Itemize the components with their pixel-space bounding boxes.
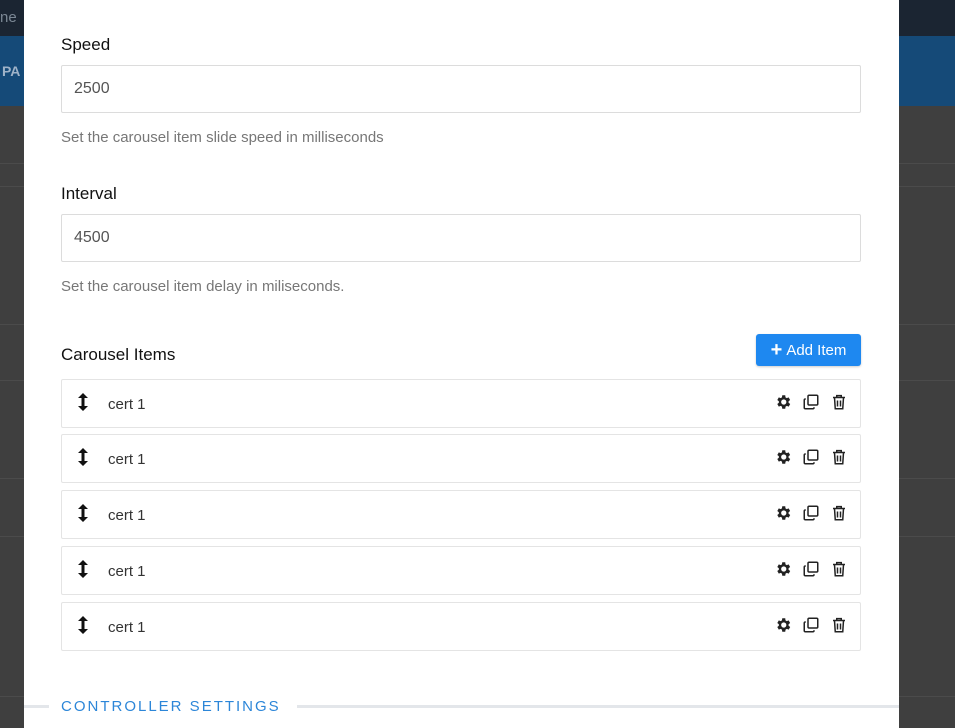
settings-modal: Speed Set the carousel item slide speed … xyxy=(24,0,899,728)
drag-handle-icon[interactable] xyxy=(76,559,90,579)
add-item-label: Add Item xyxy=(786,341,847,359)
carousel-item[interactable]: cert 1 xyxy=(61,490,861,539)
gear-icon[interactable] xyxy=(774,448,792,466)
trash-icon[interactable] xyxy=(830,616,848,634)
trash-icon[interactable] xyxy=(830,448,848,466)
copy-icon[interactable] xyxy=(802,448,820,466)
speed-help-text: Set the carousel item slide speed in mil… xyxy=(61,129,384,146)
carousel-items-title: Carousel Items xyxy=(61,345,176,364)
speed-field: Speed Set the carousel item slide speed … xyxy=(61,35,861,146)
copy-icon[interactable] xyxy=(802,504,820,522)
carousel-item-label: cert 1 xyxy=(108,396,146,413)
carousel-item-actions xyxy=(774,560,848,578)
interval-field: Interval Set the carousel item delay in … xyxy=(61,184,861,295)
carousel-item-label: cert 1 xyxy=(108,451,146,468)
carousel-item[interactable]: cert 1 xyxy=(61,602,861,651)
carousel-item-actions xyxy=(774,393,848,411)
gear-icon[interactable] xyxy=(774,616,792,634)
trash-icon[interactable] xyxy=(830,504,848,522)
interval-help-text: Set the carousel item delay in milisecon… xyxy=(61,278,345,295)
copy-icon[interactable] xyxy=(802,616,820,634)
carousel-item-actions xyxy=(774,616,848,634)
carousel-item-label: cert 1 xyxy=(108,619,146,636)
background-nav-text: PA xyxy=(2,63,21,79)
drag-handle-icon[interactable] xyxy=(76,447,90,467)
section-title: CONTROLLER SETTINGS xyxy=(61,698,281,715)
interval-label: Interval xyxy=(61,184,117,203)
section-divider xyxy=(297,705,899,708)
background-topbar-text: ne xyxy=(0,9,17,26)
copy-icon[interactable] xyxy=(802,560,820,578)
controller-settings-section[interactable]: CONTROLLER SETTINGS xyxy=(24,697,899,717)
gear-icon[interactable] xyxy=(774,504,792,522)
plus-icon: + xyxy=(770,339,783,361)
gear-icon[interactable] xyxy=(774,393,792,411)
drag-handle-icon[interactable] xyxy=(76,503,90,523)
trash-icon[interactable] xyxy=(830,560,848,578)
interval-input[interactable] xyxy=(61,214,861,262)
drag-handle-icon[interactable] xyxy=(76,615,90,635)
carousel-item[interactable]: cert 1 xyxy=(61,379,861,428)
carousel-item-actions xyxy=(774,504,848,522)
gear-icon[interactable] xyxy=(774,560,792,578)
carousel-item[interactable]: cert 1 xyxy=(61,434,861,483)
carousel-items-header: Carousel Items + Add Item xyxy=(61,334,861,366)
carousel-item-label: cert 1 xyxy=(108,507,146,524)
drag-handle-icon[interactable] xyxy=(76,392,90,412)
carousel-item-actions xyxy=(774,448,848,466)
trash-icon[interactable] xyxy=(830,393,848,411)
copy-icon[interactable] xyxy=(802,393,820,411)
speed-label: Speed xyxy=(61,35,111,54)
speed-input[interactable] xyxy=(61,65,861,113)
section-divider xyxy=(24,705,49,708)
carousel-item-label: cert 1 xyxy=(108,563,146,580)
add-item-button[interactable]: + Add Item xyxy=(756,334,861,366)
carousel-item[interactable]: cert 1 xyxy=(61,546,861,595)
